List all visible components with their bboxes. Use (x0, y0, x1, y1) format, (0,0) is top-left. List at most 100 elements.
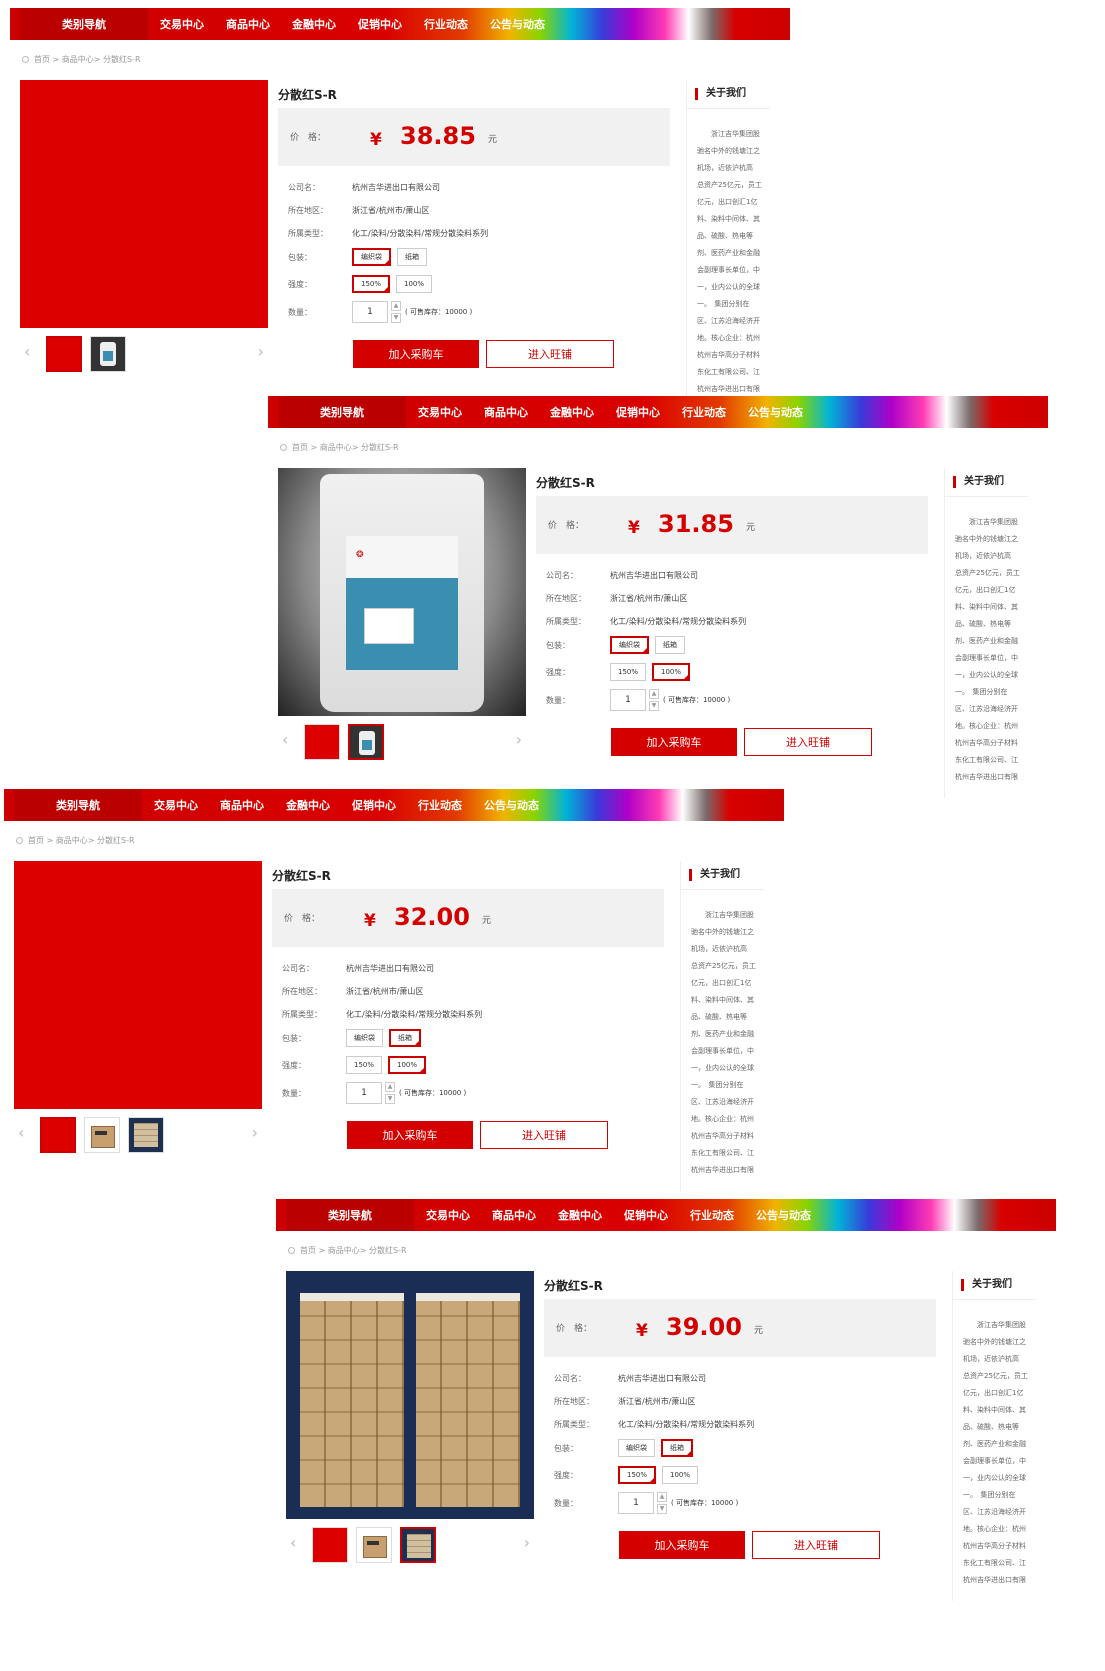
stock-text: ( 可售库存：10000 ) (399, 1089, 467, 1097)
strength-option-100[interactable]: 100% (652, 663, 691, 681)
container-image (286, 1271, 534, 1519)
qty-up-button[interactable]: ▲ (385, 1082, 395, 1092)
nav-item-notice[interactable]: 公告与动态 (748, 404, 803, 420)
red-thumb-icon[interactable] (312, 1527, 348, 1563)
nav-item-finance[interactable]: 金融中心 (286, 797, 330, 813)
qty-up-button[interactable]: ▲ (657, 1492, 667, 1502)
package-option-carton[interactable]: 纸箱 (661, 1439, 693, 1457)
package-option-bag[interactable]: 编织袋 (352, 248, 391, 266)
breadcrumb-text[interactable]: 首页 > 商品中心> 分散红S-R (300, 1245, 407, 1256)
add-to-cart-button[interactable]: 加入采购车 (347, 1121, 473, 1149)
category-nav-button[interactable]: 类别导航 (286, 1199, 414, 1231)
region-value: 浙江省/杭州市/萧山区 (618, 1397, 696, 1406)
strength-option-100[interactable]: 100% (662, 1466, 699, 1484)
category-nav-button[interactable]: 类别导航 (278, 396, 406, 428)
package-option-bag[interactable]: 编织袋 (610, 636, 649, 654)
strength-option-100[interactable]: 100% (396, 275, 433, 293)
nav-item-promo[interactable]: 促销中心 (624, 1207, 668, 1223)
qty-down-button[interactable]: ▼ (657, 1504, 667, 1514)
quantity-input[interactable]: 1 (618, 1492, 654, 1514)
enter-shop-button[interactable]: 进入旺铺 (752, 1531, 880, 1559)
region-value: 浙江省/杭州市/萧山区 (346, 987, 424, 996)
breadcrumb-text[interactable]: 首页 > 商品中心> 分散红S-R (292, 442, 399, 453)
add-to-cart-button[interactable]: 加入采购车 (619, 1531, 745, 1559)
price-value: 31.85 (658, 510, 734, 538)
nav-item-trade[interactable]: 交易中心 (426, 1207, 470, 1223)
add-to-cart-button[interactable]: 加入采购车 (353, 340, 479, 368)
box-thumb-icon[interactable] (356, 1527, 392, 1563)
nav-item-goods[interactable]: 商品中心 (220, 797, 264, 813)
qty-up-button[interactable]: ▲ (649, 689, 659, 699)
breadcrumb-text[interactable]: 首页 > 商品中心> 分散红S-R (34, 54, 141, 65)
bag-thumb-icon[interactable] (90, 336, 126, 372)
quantity-stepper: ▲ ▼ (649, 689, 659, 711)
enter-shop-button[interactable]: 进入旺铺 (744, 728, 872, 756)
quantity-input[interactable]: 1 (352, 301, 388, 323)
nav-item-news[interactable]: 行业动态 (418, 797, 462, 813)
qty-down-button[interactable]: ▼ (391, 313, 401, 323)
bag-thumb-icon[interactable] (348, 724, 384, 760)
add-to-cart-button[interactable]: 加入采购车 (611, 728, 737, 756)
breadcrumb-text[interactable]: 首页 > 商品中心> 分散红S-R (28, 835, 135, 846)
region-row: 所在地区： 浙江省/杭州市/萧山区 (546, 593, 687, 604)
category-nav-button[interactable]: 类别导航 (20, 8, 148, 40)
company-row: 公司名： 杭州吉华进出口有限公司 (546, 570, 698, 581)
enter-shop-button[interactable]: 进入旺铺 (486, 340, 614, 368)
chevron-right-icon[interactable]: › (524, 1533, 530, 1552)
box-thumb-icon[interactable] (84, 1117, 120, 1153)
currency-symbol: ¥ (364, 911, 376, 931)
nav-item-finance[interactable]: 金融中心 (292, 16, 336, 32)
container-thumb-icon[interactable] (400, 1527, 436, 1563)
nav-item-news[interactable]: 行业动态 (682, 404, 726, 420)
qty-down-button[interactable]: ▼ (649, 701, 659, 711)
category-nav-button[interactable]: 类别导航 (14, 789, 142, 821)
product-page-view-4: 类别导航 交易中心 商品中心 金融中心 促销中心 行业动态 公告与动态 首页 >… (276, 1199, 1056, 1609)
nav-item-trade[interactable]: 交易中心 (154, 797, 198, 813)
price-box: 价 格： ¥ 31.85 元 (536, 496, 928, 554)
category-row: 所属类型： 化工/染料/分散染料/常规分散染料系列 (282, 1009, 482, 1020)
strength-option-100[interactable]: 100% (388, 1056, 427, 1074)
chevron-right-icon[interactable]: › (258, 342, 264, 361)
nav-item-promo[interactable]: 促销中心 (358, 16, 402, 32)
container-thumb-icon[interactable] (128, 1117, 164, 1153)
strength-option-150[interactable]: 150% (352, 275, 391, 293)
chevron-left-icon[interactable]: ‹ (282, 730, 288, 749)
strength-option-150[interactable]: 150% (610, 663, 647, 681)
red-thumb-icon[interactable] (40, 1117, 76, 1153)
nav-item-promo[interactable]: 促销中心 (352, 797, 396, 813)
chevron-left-icon[interactable]: ‹ (24, 342, 30, 361)
package-option-carton[interactable]: 纸箱 (655, 636, 685, 654)
nav-item-notice[interactable]: 公告与动态 (490, 16, 545, 32)
nav-item-promo[interactable]: 促销中心 (616, 404, 660, 420)
package-option-bag[interactable]: 编织袋 (346, 1029, 383, 1047)
about-us-heading: 关于我们 (695, 88, 746, 100)
chevron-right-icon[interactable]: › (252, 1123, 258, 1142)
red-thumb-icon[interactable] (304, 724, 340, 760)
qty-up-button[interactable]: ▲ (391, 301, 401, 311)
nav-item-goods[interactable]: 商品中心 (226, 16, 270, 32)
nav-item-news[interactable]: 行业动态 (424, 16, 468, 32)
nav-item-finance[interactable]: 金融中心 (550, 404, 594, 420)
nav-item-goods[interactable]: 商品中心 (484, 404, 528, 420)
nav-item-notice[interactable]: 公告与动态 (756, 1207, 811, 1223)
nav-item-notice[interactable]: 公告与动态 (484, 797, 539, 813)
chevron-left-icon[interactable]: ‹ (18, 1123, 24, 1142)
qty-down-button[interactable]: ▼ (385, 1094, 395, 1104)
package-option-carton[interactable]: 纸箱 (397, 248, 427, 266)
red-thumb-icon[interactable] (46, 336, 82, 372)
package-option-bag[interactable]: 编织袋 (618, 1439, 655, 1457)
nav-item-trade[interactable]: 交易中心 (160, 16, 204, 32)
chevron-left-icon[interactable]: ‹ (290, 1533, 296, 1552)
nav-item-goods[interactable]: 商品中心 (492, 1207, 536, 1223)
quantity-input[interactable]: 1 (346, 1082, 382, 1104)
strength-option-150[interactable]: 150% (618, 1466, 657, 1484)
nav-item-finance[interactable]: 金融中心 (558, 1207, 602, 1223)
chevron-right-icon[interactable]: › (516, 730, 522, 749)
quantity-row: 数量： 1 ▲ ▼ ( 可售库存：10000 ) (288, 301, 472, 323)
nav-item-trade[interactable]: 交易中心 (418, 404, 462, 420)
nav-item-news[interactable]: 行业动态 (690, 1207, 734, 1223)
strength-option-150[interactable]: 150% (346, 1056, 383, 1074)
enter-shop-button[interactable]: 进入旺铺 (480, 1121, 608, 1149)
quantity-input[interactable]: 1 (610, 689, 646, 711)
package-option-carton[interactable]: 纸箱 (389, 1029, 421, 1047)
